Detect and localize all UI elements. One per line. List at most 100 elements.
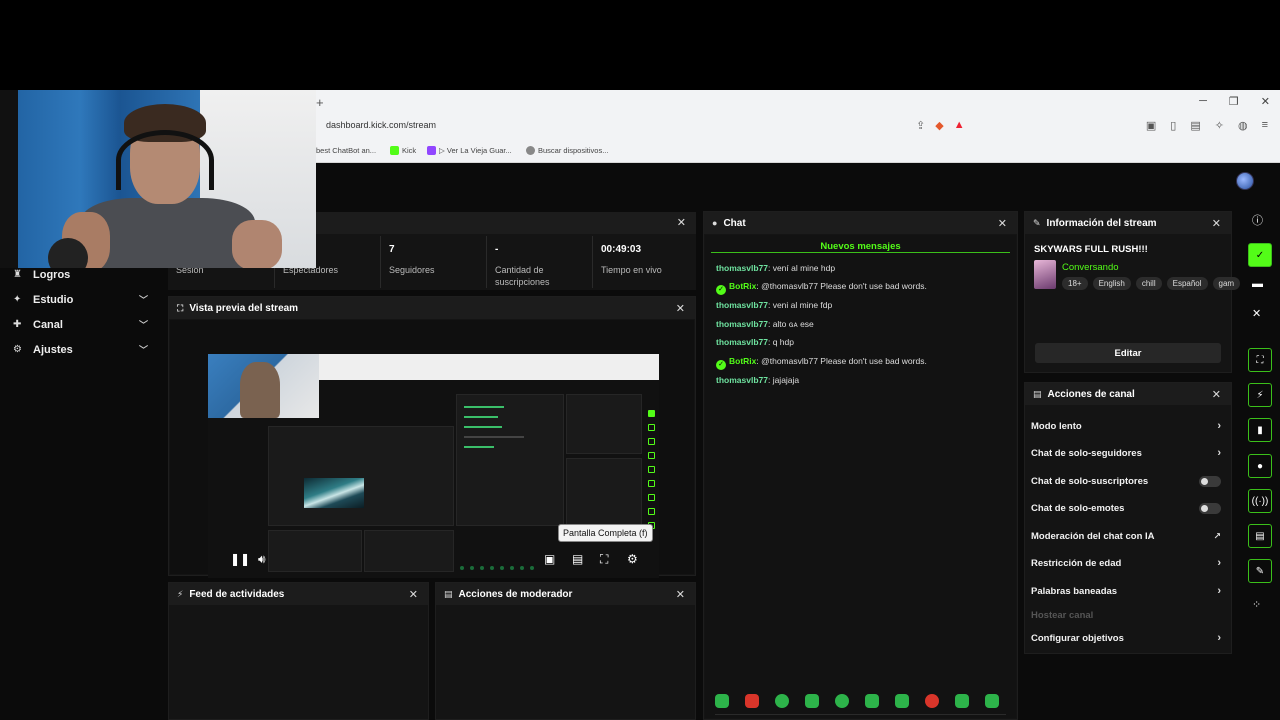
close-icon[interactable]: ✕ [409, 588, 418, 601]
chat-username[interactable]: BotRix [729, 281, 756, 291]
maximize-button[interactable]: ❐ [1229, 95, 1239, 108]
stat-value: - [495, 244, 499, 255]
chevron-right-icon: › [1217, 585, 1221, 597]
wrench-icon[interactable]: ✎ [1248, 559, 1272, 583]
panel-header: ⛶ Vista previa del stream ✕ [169, 297, 695, 319]
action-age-restriction[interactable]: Restricción de edad › [1031, 553, 1221, 573]
bookmark-item[interactable]: best ChatBot an... [316, 146, 376, 155]
emote-icon[interactable] [895, 694, 909, 708]
close-icon[interactable]: ✕ [1212, 388, 1221, 401]
tag: gam [1212, 277, 1241, 290]
layout-icon[interactable]: ▬ [1252, 278, 1263, 290]
document-icon: ▤ [444, 588, 453, 599]
emote-icon[interactable] [985, 694, 999, 708]
emote-icon[interactable] [925, 694, 939, 708]
chat-username[interactable]: thomasvlb77 [716, 319, 768, 329]
check-icon[interactable]: ✓ [1248, 243, 1272, 267]
sidebar-item-ajustes[interactable]: ⚙ Ajustes ﹀ [0, 337, 160, 362]
stream-video[interactable]: Pantalla Completa (f) ❚❚ 🔊︎ ▣ ▤ ⛶ ⚙ [170, 320, 694, 578]
close-icon[interactable]: ✕ [676, 302, 685, 315]
bookmark-label: best ChatBot an... [316, 146, 377, 155]
bookmark-label: Kick [402, 146, 417, 155]
note-icon[interactable]: ▮ [1248, 418, 1272, 442]
fullscreen-tooltip: Pantalla Completa (f) [558, 524, 653, 542]
address-bar[interactable]: dashboard.kick.com/stream [326, 120, 436, 130]
close-icon[interactable]: ✕ [1212, 217, 1221, 230]
action-slow-mode[interactable]: Modo lento › [1031, 416, 1221, 436]
chat-message: thomasvlb77: vení al mine hdp [716, 263, 835, 273]
bot-badge-icon: ✓ [716, 360, 726, 370]
emote-icon[interactable] [745, 694, 759, 708]
wallet-icon[interactable]: ▤ [1190, 119, 1200, 132]
sidebar-item-label: Ajustes [33, 343, 73, 356]
tag: 18+ [1062, 277, 1088, 290]
menu-icon[interactable]: ≡ [1262, 119, 1268, 132]
fullscreen-icon[interactable]: ⛶ [600, 552, 608, 567]
emote-icon[interactable] [805, 694, 819, 708]
tag: Español [1166, 277, 1208, 290]
close-window-button[interactable]: ✕ [1261, 95, 1270, 108]
minimize-button[interactable]: ─ [1199, 95, 1207, 108]
studio-icon: ✦ [13, 294, 22, 305]
action-host-channel: Hostear canal [1031, 605, 1221, 625]
emote-icon[interactable] [865, 694, 879, 708]
vpn-icon[interactable]: ◍ [1238, 119, 1248, 132]
action-followers-only[interactable]: Chat de solo-seguidores › [1031, 443, 1221, 463]
subscribers-only-toggle[interactable] [1199, 475, 1221, 487]
leo-ai-icon[interactable]: ✧ [1215, 119, 1224, 132]
emote-icon[interactable] [955, 694, 969, 708]
action-ai-moderation[interactable]: Moderación del chat con IA ↗ [1031, 526, 1221, 546]
emotes-only-toggle[interactable] [1199, 502, 1221, 514]
pencil-icon: ✎ [1033, 217, 1041, 228]
panel-title: Información del stream [1046, 217, 1157, 229]
chat-username[interactable]: thomasvlb77 [716, 300, 768, 310]
action-label: Modo lento [1031, 420, 1082, 432]
close-icon[interactable]: ✕ [998, 217, 1007, 230]
brave-rewards-icon[interactable]: ▲ [954, 119, 965, 132]
bookmark-label: Buscar dispositivos... [538, 146, 609, 155]
close-icon[interactable]: ✕ [677, 216, 686, 229]
info-icon[interactable]: ⓘ [1252, 212, 1263, 228]
document-icon[interactable]: ▤ [1248, 524, 1272, 548]
emote-icon[interactable] [775, 694, 789, 708]
edit-button[interactable]: Editar [1035, 343, 1221, 363]
chat-bubble-icon[interactable]: ● [1248, 454, 1272, 478]
video-controls: ❚❚ 🔊︎ ▣ ▤ ⛶ ⚙ [170, 550, 694, 570]
share-icon[interactable]: ⇪ [916, 119, 925, 132]
chat-username[interactable]: BotRix [729, 356, 756, 366]
avatar[interactable] [1236, 172, 1254, 190]
sidebar-item-canal[interactable]: ✚ Canal ﹀ [0, 312, 160, 337]
brave-shield-icon[interactable]: ◆ [935, 119, 943, 132]
broadcast-icon[interactable]: ((·)) [1248, 489, 1272, 513]
bookmark-item[interactable]: Kick [390, 146, 416, 155]
sidebar-icon[interactable]: ▯ [1170, 119, 1176, 132]
tag: chill [1135, 277, 1162, 290]
apps-icon[interactable]: ⁘ [1252, 598, 1261, 611]
chat-username[interactable]: thomasvlb77 [716, 375, 768, 385]
pause-icon[interactable]: ❚❚ [230, 552, 250, 566]
lightning-icon[interactable]: ⚡︎ [1248, 383, 1272, 407]
action-banned-words[interactable]: Palabras baneadas › [1031, 581, 1221, 601]
chat-username[interactable]: thomasvlb77 [716, 263, 768, 273]
theater-mode-icon[interactable]: ▤ [572, 552, 583, 566]
close-icon[interactable]: ✕ [676, 588, 685, 601]
settings-gear-icon[interactable]: ⚙ [627, 552, 638, 566]
chat-username[interactable]: thomasvlb77 [716, 337, 768, 347]
preview-icon[interactable]: ⛶ [1248, 348, 1272, 372]
emote-icon[interactable] [715, 694, 729, 708]
sidebar-item-estudio[interactable]: ✦ Estudio ﹀ [0, 287, 160, 312]
webcam-overlay [0, 90, 316, 268]
picture-in-picture-icon[interactable]: ▣ [544, 552, 555, 566]
chat-input[interactable] [715, 714, 1006, 718]
emote-icon[interactable] [835, 694, 849, 708]
close-icon[interactable]: ✕ [1252, 307, 1261, 320]
volume-icon[interactable]: 🔊︎ [258, 552, 266, 567]
emote-bar [715, 694, 999, 708]
action-configure-goals[interactable]: Configurar objetivos › [1031, 628, 1221, 648]
stream-video-frame [208, 354, 659, 578]
screenshot-icon[interactable]: ▣ [1146, 119, 1156, 132]
bookmark-item[interactable]: Buscar dispositivos... [526, 146, 608, 155]
bookmark-item[interactable]: ▷ Ver La Vieja Guar... [427, 146, 512, 155]
lightning-icon: ⚡︎ [177, 588, 184, 599]
new-tab-button[interactable]: + [316, 95, 324, 110]
